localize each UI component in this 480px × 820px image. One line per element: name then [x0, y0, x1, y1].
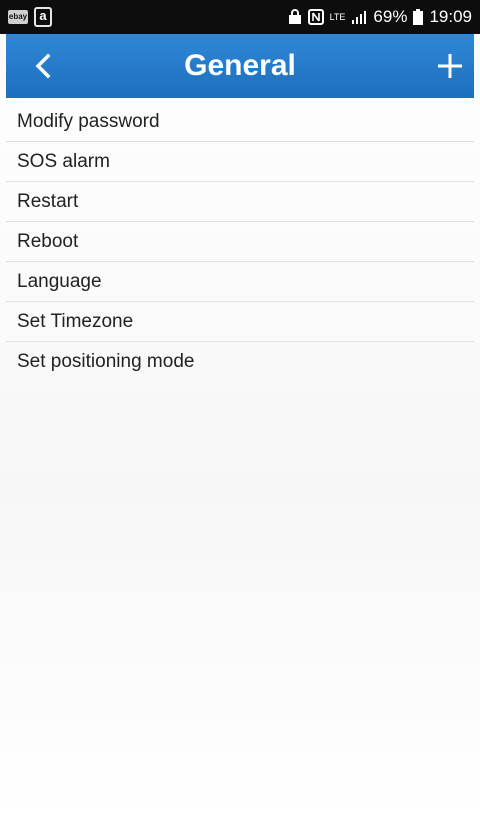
status-time: 19:09	[429, 7, 472, 26]
menu-item-label: Restart	[17, 190, 79, 212]
menu-item-set-positioning-mode[interactable]: Set positioning mode	[6, 342, 474, 382]
amazon-icon: a	[34, 7, 52, 27]
menu-item-label: SOS alarm	[17, 150, 110, 172]
menu-item-restart[interactable]: Restart	[6, 182, 474, 222]
battery-icon	[413, 9, 424, 25]
menu-item-set-timezone[interactable]: Set Timezone	[6, 302, 474, 342]
battery-percent: 69%	[373, 7, 408, 26]
status-bar: ebay a LTE 69% 19:09	[0, 0, 480, 34]
ebay-icon: ebay	[8, 10, 28, 24]
lock-icon	[288, 9, 301, 24]
menu-item-label: Language	[17, 270, 102, 292]
menu-item-language[interactable]: Language	[6, 262, 474, 302]
page-title: General	[184, 49, 296, 82]
settings-list: Modify password SOS alarm Restart Reboot…	[6, 102, 474, 382]
menu-item-label: Reboot	[17, 230, 79, 252]
lte-icon: LTE	[329, 11, 346, 22]
nfc-icon	[307, 9, 324, 25]
menu-item-sos-alarm[interactable]: SOS alarm	[6, 142, 474, 182]
plus-icon[interactable]	[432, 50, 468, 82]
status-bar-left: ebay a	[8, 7, 52, 27]
status-bar-right: LTE 69% 19:09	[288, 7, 472, 27]
menu-item-label: Set positioning mode	[17, 351, 195, 372]
menu-item-modify-password[interactable]: Modify password	[6, 102, 474, 142]
menu-item-label: Modify password	[17, 110, 160, 132]
menu-item-reboot[interactable]: Reboot	[6, 222, 474, 262]
app-bar: General	[6, 34, 474, 98]
signal-icon	[352, 11, 367, 24]
menu-item-label: Set Timezone	[17, 310, 134, 332]
